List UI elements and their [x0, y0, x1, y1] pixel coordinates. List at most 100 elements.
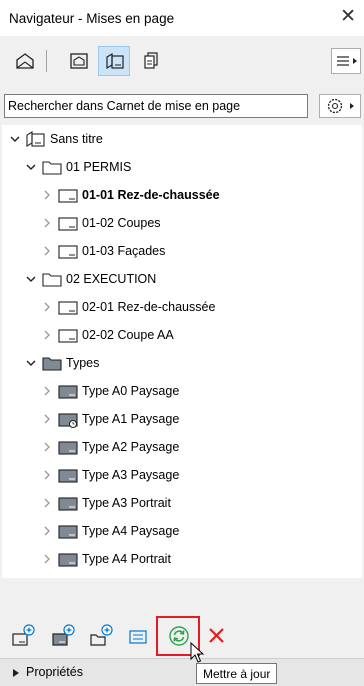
- title-bar: Navigateur - Mises en page ✕: [0, 0, 364, 36]
- folder-icon: [42, 273, 62, 287]
- master-layout-icon: [58, 525, 78, 539]
- tree-item-label: Type A2 Paysage: [82, 440, 180, 454]
- chevron-right-icon[interactable]: [42, 470, 52, 480]
- layout-settings-icon: [129, 630, 147, 644]
- tree-row[interactable]: Type A0 Paysage: [2, 377, 362, 405]
- tree-row[interactable]: Type A3 Portrait: [2, 489, 362, 517]
- chevron-right-icon[interactable]: [42, 386, 52, 396]
- tree-row[interactable]: 02-02 Coupe AA: [2, 321, 362, 349]
- tree-item-label: 02 EXECUTION: [66, 272, 157, 286]
- chevron-right-icon[interactable]: [42, 526, 52, 536]
- tree-row[interactable]: 01-01 Rez-de-chaussée: [2, 181, 362, 209]
- tree-item-label: Type A1 Paysage: [82, 412, 180, 426]
- master-layout-icon: [58, 497, 78, 511]
- chevron-right-icon[interactable]: [42, 246, 52, 256]
- project-map-button[interactable]: [8, 46, 40, 76]
- tree-row[interactable]: Types: [2, 349, 362, 377]
- mouse-cursor-icon: [190, 642, 204, 663]
- layout-settings-button[interactable]: [126, 623, 152, 649]
- master-layout-icon: [58, 441, 78, 455]
- tree-item-label: Type A3 Portrait: [82, 496, 171, 510]
- master-layout-icon: [58, 469, 78, 483]
- tree-row[interactable]: 01-02 Coupes: [2, 209, 362, 237]
- search-input[interactable]: [4, 94, 308, 118]
- chevron-right-icon[interactable]: [42, 330, 52, 340]
- tree-item-label: 01-01 Rez-de-chaussée: [82, 188, 220, 202]
- close-icon[interactable]: ✕: [340, 7, 356, 26]
- navigator-toolbar: [0, 40, 364, 86]
- new-master-layout-icon: [52, 624, 75, 646]
- chevron-right-icon[interactable]: [42, 498, 52, 508]
- project-map-icon: [16, 53, 34, 69]
- tree-item-label: 01-02 Coupes: [82, 216, 161, 230]
- delete-button[interactable]: [204, 623, 230, 649]
- search-row: [0, 92, 364, 120]
- tree-item-label: Type A0 Paysage: [82, 384, 180, 398]
- chevron-down-icon[interactable]: [10, 134, 20, 144]
- new-subset-icon: [90, 624, 113, 646]
- publisher-sets-icon: [144, 52, 158, 69]
- view-map-icon: [70, 53, 88, 69]
- chevron-down-icon[interactable]: [26, 162, 36, 172]
- new-layout-icon: [12, 624, 35, 646]
- navigator-menu-button[interactable]: [331, 48, 361, 74]
- properties-label: Propriétés: [26, 665, 83, 679]
- tree-item-label: Type A3 Paysage: [82, 468, 180, 482]
- new-layout-button[interactable]: [10, 623, 36, 649]
- toolbar-separator: [46, 50, 47, 72]
- layout-icon: [58, 189, 78, 203]
- gear-icon: [327, 98, 354, 114]
- tree-item-label: Type A4 Portrait: [82, 552, 171, 566]
- chevron-right-icon[interactable]: [42, 554, 52, 564]
- chevron-right-icon[interactable]: [42, 302, 52, 312]
- tree-item-label: Types: [66, 356, 100, 370]
- tree-row[interactable]: 01-03 Façades: [2, 237, 362, 265]
- chevron-right-icon[interactable]: [42, 190, 52, 200]
- tree-item-label: 02-01 Rez-de-chaussée: [82, 300, 216, 314]
- search-options-button[interactable]: [319, 94, 361, 118]
- layout-book-button[interactable]: [98, 46, 130, 76]
- tree-row[interactable]: Type A3 Paysage: [2, 461, 362, 489]
- layout-icon: [58, 329, 78, 343]
- menu-arrow-icon: [337, 56, 357, 66]
- master-layout-auto-icon: [58, 413, 78, 428]
- update-tooltip: Mettre à jour: [196, 663, 278, 684]
- window-title: Navigateur - Mises en page: [9, 11, 175, 26]
- expand-arrow-icon: [13, 669, 19, 677]
- tree-row[interactable]: Type A4 Portrait: [2, 545, 362, 573]
- tree-row[interactable]: 01 PERMIS: [2, 153, 362, 181]
- chevron-right-icon[interactable]: [42, 218, 52, 228]
- tree-item-label: Sans titre: [50, 132, 103, 146]
- chevron-right-icon[interactable]: [42, 442, 52, 452]
- tree-item-label: 01 PERMIS: [66, 160, 132, 174]
- new-subset-button[interactable]: [88, 623, 114, 649]
- master-folder-icon: [42, 357, 62, 371]
- tree-item-label: 02-02 Coupe AA: [82, 328, 174, 342]
- master-layout-icon: [58, 385, 78, 399]
- chevron-down-icon[interactable]: [26, 358, 36, 368]
- tree-item-label: Type A4 Paysage: [82, 524, 180, 538]
- tree-row[interactable]: Type A4 Portrait (vide): [2, 573, 362, 578]
- tree-row[interactable]: Sans titre: [2, 125, 362, 153]
- tree-row[interactable]: Type A4 Paysage: [2, 517, 362, 545]
- tree-item-label: 01-03 Façades: [82, 244, 166, 258]
- tree-row[interactable]: Type A2 Paysage: [2, 433, 362, 461]
- view-map-button[interactable]: [62, 46, 94, 76]
- layout-book-tree: Sans titre 01 PERMIS 01-01 Rez-de-chaussée…: [2, 125, 362, 578]
- tree-row[interactable]: 02 EXECUTION: [2, 265, 362, 293]
- master-layout-icon: [58, 553, 78, 567]
- publisher-sets-button[interactable]: [134, 46, 166, 76]
- chevron-down-icon[interactable]: [26, 274, 36, 284]
- properties-panel-header[interactable]: Propriétés: [0, 658, 364, 686]
- tree-row[interactable]: Type A1 Paysage: [2, 405, 362, 433]
- tree-row[interactable]: 02-01 Rez-de-chaussée: [2, 293, 362, 321]
- layout-book-icon: [26, 131, 45, 147]
- layout-icon: [58, 217, 78, 231]
- folder-icon: [42, 161, 62, 175]
- layout-icon: [58, 301, 78, 315]
- chevron-right-icon[interactable]: [42, 414, 52, 424]
- layout-icon: [58, 245, 78, 259]
- delete-icon: [209, 628, 224, 643]
- layout-book-icon: [106, 52, 124, 70]
- new-master-layout-button[interactable]: [50, 623, 76, 649]
